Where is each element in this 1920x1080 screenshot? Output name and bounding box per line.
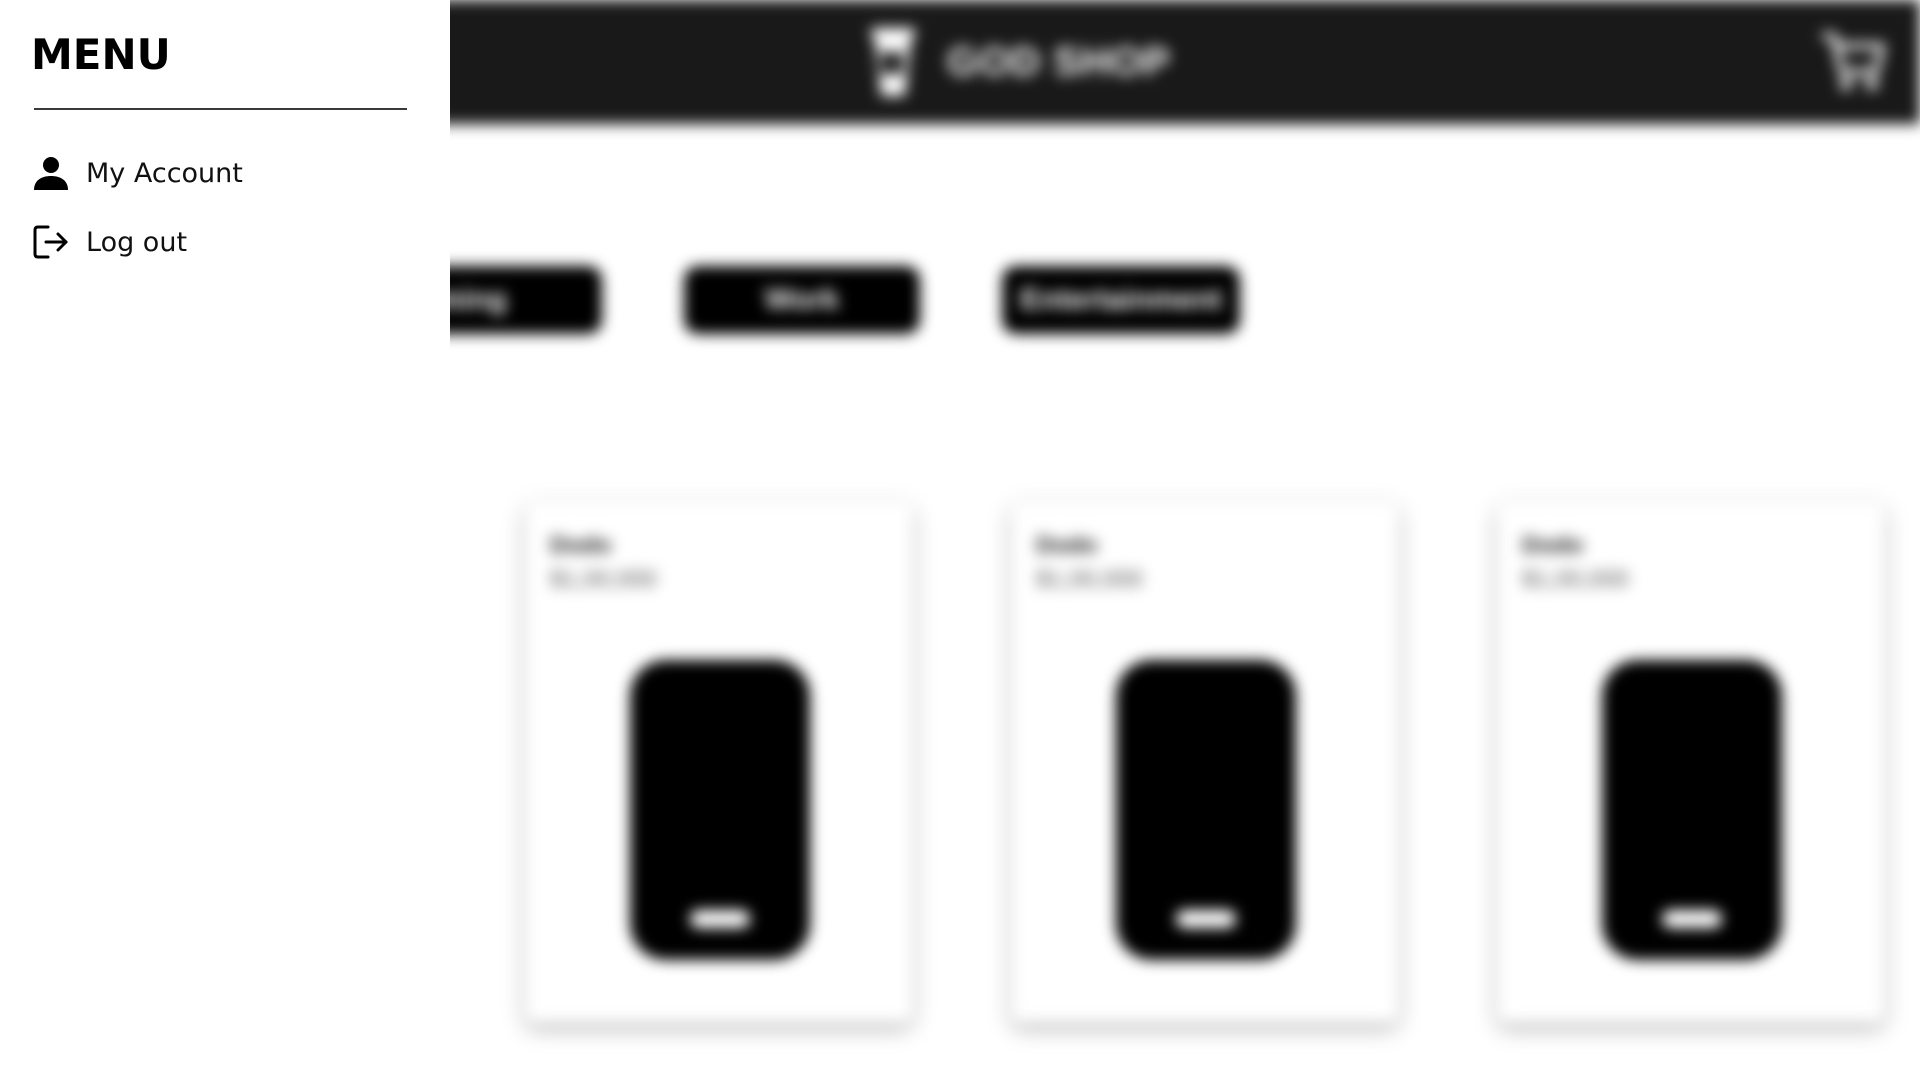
category-button-entertainment[interactable]: Entertainment — [1002, 266, 1240, 334]
menu-item-label: My Account — [86, 157, 243, 189]
menu-title: MENU — [31, 30, 171, 79]
product-price: $1,00,000 — [550, 566, 657, 593]
person-icon — [34, 157, 68, 190]
side-menu-drawer: MENU My Account Log out — [0, 0, 450, 1080]
logout-icon — [33, 225, 68, 259]
brand-name: GOD SHOP — [947, 39, 1171, 84]
phone-icon — [1116, 660, 1296, 960]
phone-icon — [630, 660, 810, 960]
cart-icon[interactable] — [1818, 26, 1888, 96]
product-price: $1,00,000 — [1036, 566, 1143, 593]
menu-item-label: Log out — [86, 226, 188, 258]
product-price: $1,00,000 — [1522, 566, 1629, 593]
phone-icon — [1602, 660, 1782, 960]
product-card[interactable]: Dodo $1,00,000 — [1498, 502, 1884, 1022]
menu-item-log-out[interactable]: Log out — [32, 220, 187, 264]
product-card[interactable]: Dodo $1,00,000 — [526, 502, 912, 1022]
product-name: Dodo — [550, 532, 612, 559]
menu-divider — [34, 108, 407, 110]
cup-logo-icon — [871, 28, 915, 96]
menu-item-my-account[interactable]: My Account — [32, 151, 243, 195]
brand[interactable]: GOD SHOP — [865, 24, 1171, 100]
product-card[interactable]: Dodo $1,00,000 — [1012, 502, 1398, 1022]
product-name: Dodo — [1036, 532, 1098, 559]
product-name: Dodo — [1522, 532, 1584, 559]
category-button-work[interactable]: Work — [684, 266, 920, 334]
